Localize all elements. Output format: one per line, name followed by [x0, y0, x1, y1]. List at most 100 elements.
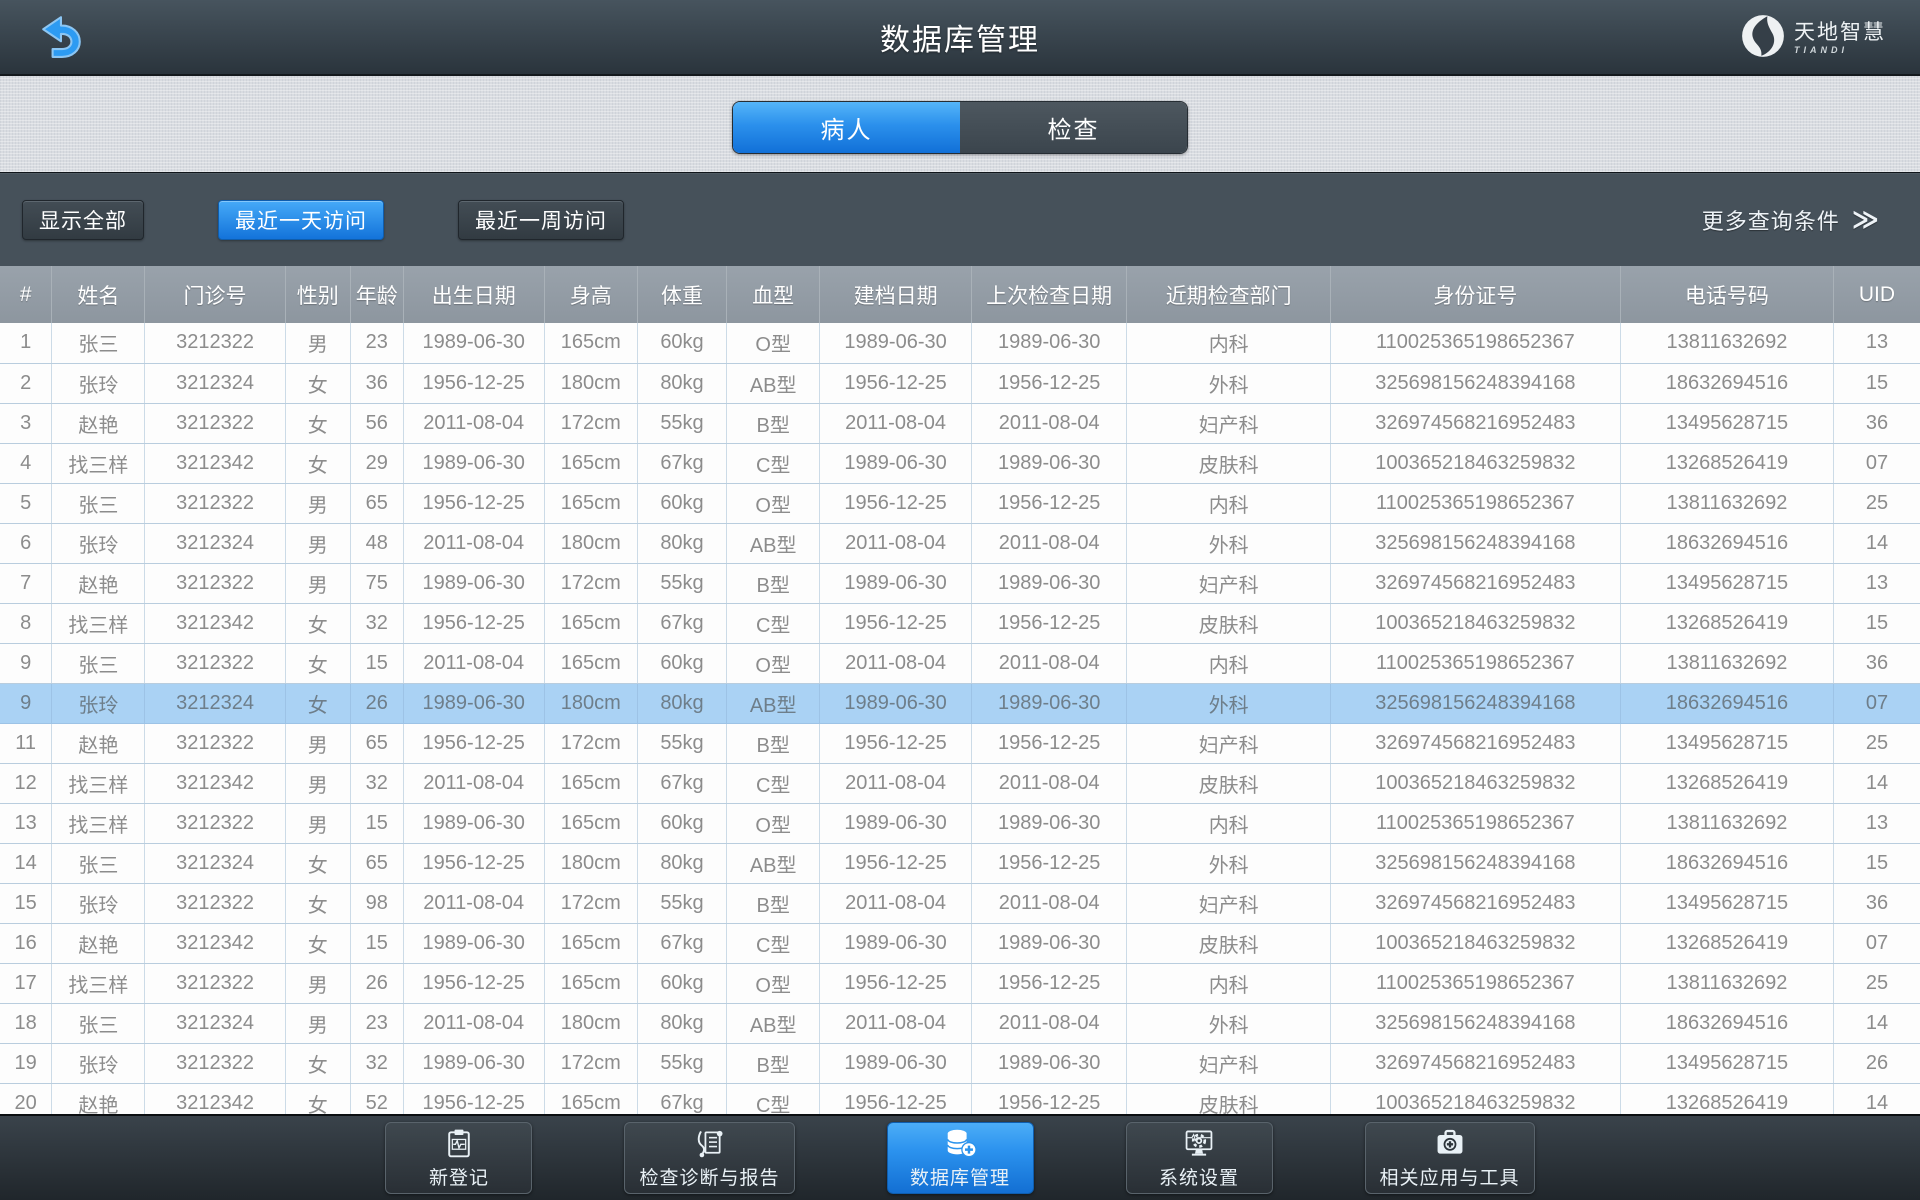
table-cell: 女: [285, 403, 351, 444]
filter-show-all-button[interactable]: 显示全部: [22, 199, 144, 240]
table-cell: 172cm: [544, 1043, 638, 1084]
table-cell: 100365218463259832: [1330, 763, 1621, 804]
column-header-8[interactable]: 体重: [636, 266, 728, 323]
back-button[interactable]: [36, 12, 88, 64]
column-header-7[interactable]: 身高: [543, 266, 638, 323]
table-cell: 172cm: [544, 723, 638, 764]
table-cell: 67kg: [637, 603, 728, 644]
table-cell: 3212324: [144, 1003, 286, 1044]
column-header-4[interactable]: 性别: [284, 266, 351, 323]
table-cell: 2011-08-04: [971, 763, 1128, 804]
table-cell: C型: [726, 603, 821, 644]
table-cell: 19: [0, 1043, 53, 1084]
table-cell: 110025365198652367: [1330, 803, 1621, 844]
table-row[interactable]: 14 张三 3212324 女 65 1956-12-25 180cm 80kg AB型 1956…: [0, 843, 1920, 884]
nav-related-apps-tools-button[interactable]: 相关应用与工具: [1364, 1122, 1535, 1194]
table-cell: 2011-08-04: [403, 883, 545, 924]
patient-table: # 姓名 门诊号 性别 年龄 出生日期 身高 体重 血型 建档日期 上次检查日期 近期检查部门 身份证号…: [0, 266, 1920, 1124]
table-cell: 29: [350, 443, 404, 484]
nav-exam-diagnosis-report-button[interactable]: 检查诊断与报告: [624, 1122, 795, 1194]
table-cell: 2011-08-04: [403, 403, 545, 444]
table-cell: 赵艳: [51, 403, 146, 444]
column-header-2[interactable]: 姓名: [51, 266, 146, 323]
filter-last-week-button[interactable]: 最近一周访问: [458, 199, 624, 240]
tab-patient[interactable]: 病人: [733, 102, 960, 153]
table-row[interactable]: 3 赵艳 3212322 女 56 2011-08-04 172cm 55kg B型 2011-0…: [0, 403, 1920, 444]
column-header-10[interactable]: 建档日期: [819, 266, 972, 323]
table-cell: 男: [285, 803, 351, 844]
tab-examination[interactable]: 检查: [960, 102, 1187, 153]
column-header-11[interactable]: 上次检查日期: [970, 266, 1128, 323]
table-cell: 180cm: [544, 363, 638, 404]
table-cell: 25: [1833, 963, 1920, 1004]
table-row[interactable]: 9 张三 3212322 女 15 2011-08-04 165cm 60kg O型 2011-0…: [0, 643, 1920, 684]
table-row[interactable]: 8 找三样 3212342 女 32 1956-12-25 165cm 67kg C型 1956-…: [0, 603, 1920, 644]
table-cell: 18632694516: [1620, 843, 1834, 884]
table-cell: 15: [1833, 363, 1920, 404]
table-row[interactable]: 5 张三 3212322 男 65 1956-12-25 165cm 60kg O型 1956-1…: [0, 483, 1920, 524]
table-cell: 13811632692: [1620, 963, 1834, 1004]
table-row[interactable]: 12 找三样 3212342 男 32 2011-08-04 165cm 67kg C型 2011…: [0, 763, 1920, 804]
table-row[interactable]: 11 赵艳 3212322 男 65 1956-12-25 172cm 55kg B型 1956-…: [0, 723, 1920, 764]
column-header-1[interactable]: #: [0, 266, 53, 323]
table-row[interactable]: 6 张玲 3212324 男 48 2011-08-04 180cm 80kg AB型 2011-…: [0, 523, 1920, 564]
table-cell: 13: [1833, 803, 1920, 844]
table-cell: 妇产科: [1126, 403, 1331, 444]
table-row[interactable]: 16 赵艳 3212342 女 15 1989-06-30 165cm 67kg C型 1989-…: [0, 923, 1920, 964]
table-cell: 赵艳: [51, 723, 146, 764]
table-cell: 2011-08-04: [971, 1003, 1128, 1044]
table-cell: B型: [726, 723, 821, 764]
filter-last-day-button[interactable]: 最近一天访问: [218, 199, 384, 240]
table-row[interactable]: 18 张三 3212324 男 23 2011-08-04 180cm 80kg AB型 2011…: [0, 1003, 1920, 1044]
table-cell: 7: [0, 563, 53, 604]
table-row[interactable]: 7 赵艳 3212322 男 75 1989-06-30 172cm 55kg B型 1989-0…: [0, 563, 1920, 604]
table-row[interactable]: 19 张玲 3212322 女 32 1989-06-30 172cm 55kg B型 1989-…: [0, 1043, 1920, 1084]
table-cell: 妇产科: [1126, 883, 1331, 924]
column-header-13[interactable]: 身份证号: [1329, 266, 1621, 323]
table-cell: 14: [1833, 763, 1920, 804]
table-row[interactable]: 15 张玲 3212322 女 98 2011-08-04 172cm 55kg B型 2011-…: [0, 883, 1920, 924]
table-cell: 16: [0, 923, 53, 964]
table-cell: 1989-06-30: [971, 683, 1128, 724]
table-row[interactable]: 13 找三样 3212322 男 15 1989-06-30 165cm 60kg O型 1989…: [0, 803, 1920, 844]
table-cell: 165cm: [544, 603, 638, 644]
nav-label: 相关应用与工具: [1379, 1168, 1520, 1189]
table-cell: 13268526419: [1620, 603, 1834, 644]
table-cell: 36: [1833, 643, 1920, 684]
column-header-6[interactable]: 出生日期: [402, 266, 545, 323]
table-row[interactable]: 1 张三 3212322 男 23 1989-06-30 165cm 60kg O型 1989-0…: [0, 323, 1920, 364]
column-header-3[interactable]: 门诊号: [144, 266, 286, 323]
table-cell: 2011-08-04: [819, 523, 972, 564]
table-cell: 男: [285, 963, 351, 1004]
table-cell: 内科: [1126, 803, 1331, 844]
column-header-14[interactable]: 电话号码: [1619, 266, 1834, 323]
table-cell: 1956-12-25: [403, 363, 545, 404]
table-cell: 07: [1833, 443, 1920, 484]
table-cell: 3212322: [144, 803, 286, 844]
table-cell: 80kg: [637, 523, 728, 564]
table-cell: 25: [1833, 483, 1920, 524]
column-header-15[interactable]: UID: [1832, 266, 1920, 323]
table-cell: 172cm: [544, 403, 638, 444]
table-row[interactable]: 4 找三样 3212342 女 29 1989-06-30 165cm 67kg C型 1989-…: [0, 443, 1920, 484]
table-cell: 2011-08-04: [819, 403, 972, 444]
more-query-conditions-link[interactable]: 更多查询条件 ≫: [1702, 204, 1880, 236]
table-row[interactable]: 9 张玲 3212324 女 26 1989-06-30 180cm 80kg AB型 1989-…: [0, 683, 1920, 724]
nav-label: 系统设置: [1158, 1168, 1239, 1189]
table-cell: 3212322: [144, 1043, 286, 1084]
top-header: 数据库管理 天地智慧 TIANDI: [0, 0, 1920, 76]
table-row[interactable]: 2 张玲 3212324 女 36 1956-12-25 180cm 80kg AB型 1956-…: [0, 363, 1920, 404]
nav-database-management-button[interactable]: 数据库管理: [886, 1122, 1034, 1194]
nav-new-registration-button[interactable]: 新登记: [385, 1122, 533, 1194]
nav-system-settings-button[interactable]: 系统设置: [1125, 1122, 1273, 1194]
table-cell: 张三: [51, 1003, 146, 1044]
table-cell: 1989-06-30: [403, 1043, 545, 1084]
table-row[interactable]: 17 找三样 3212322 男 26 1956-12-25 165cm 60kg O型 1956…: [0, 963, 1920, 1004]
table-cell: 女: [285, 883, 351, 924]
table-cell: 1956-12-25: [819, 363, 972, 404]
table-cell: 2011-08-04: [403, 763, 545, 804]
column-header-9[interactable]: 血型: [726, 266, 821, 323]
table-cell: 13811632692: [1620, 643, 1834, 684]
column-header-5[interactable]: 年龄: [349, 266, 404, 323]
column-header-12[interactable]: 近期检查部门: [1126, 266, 1331, 323]
